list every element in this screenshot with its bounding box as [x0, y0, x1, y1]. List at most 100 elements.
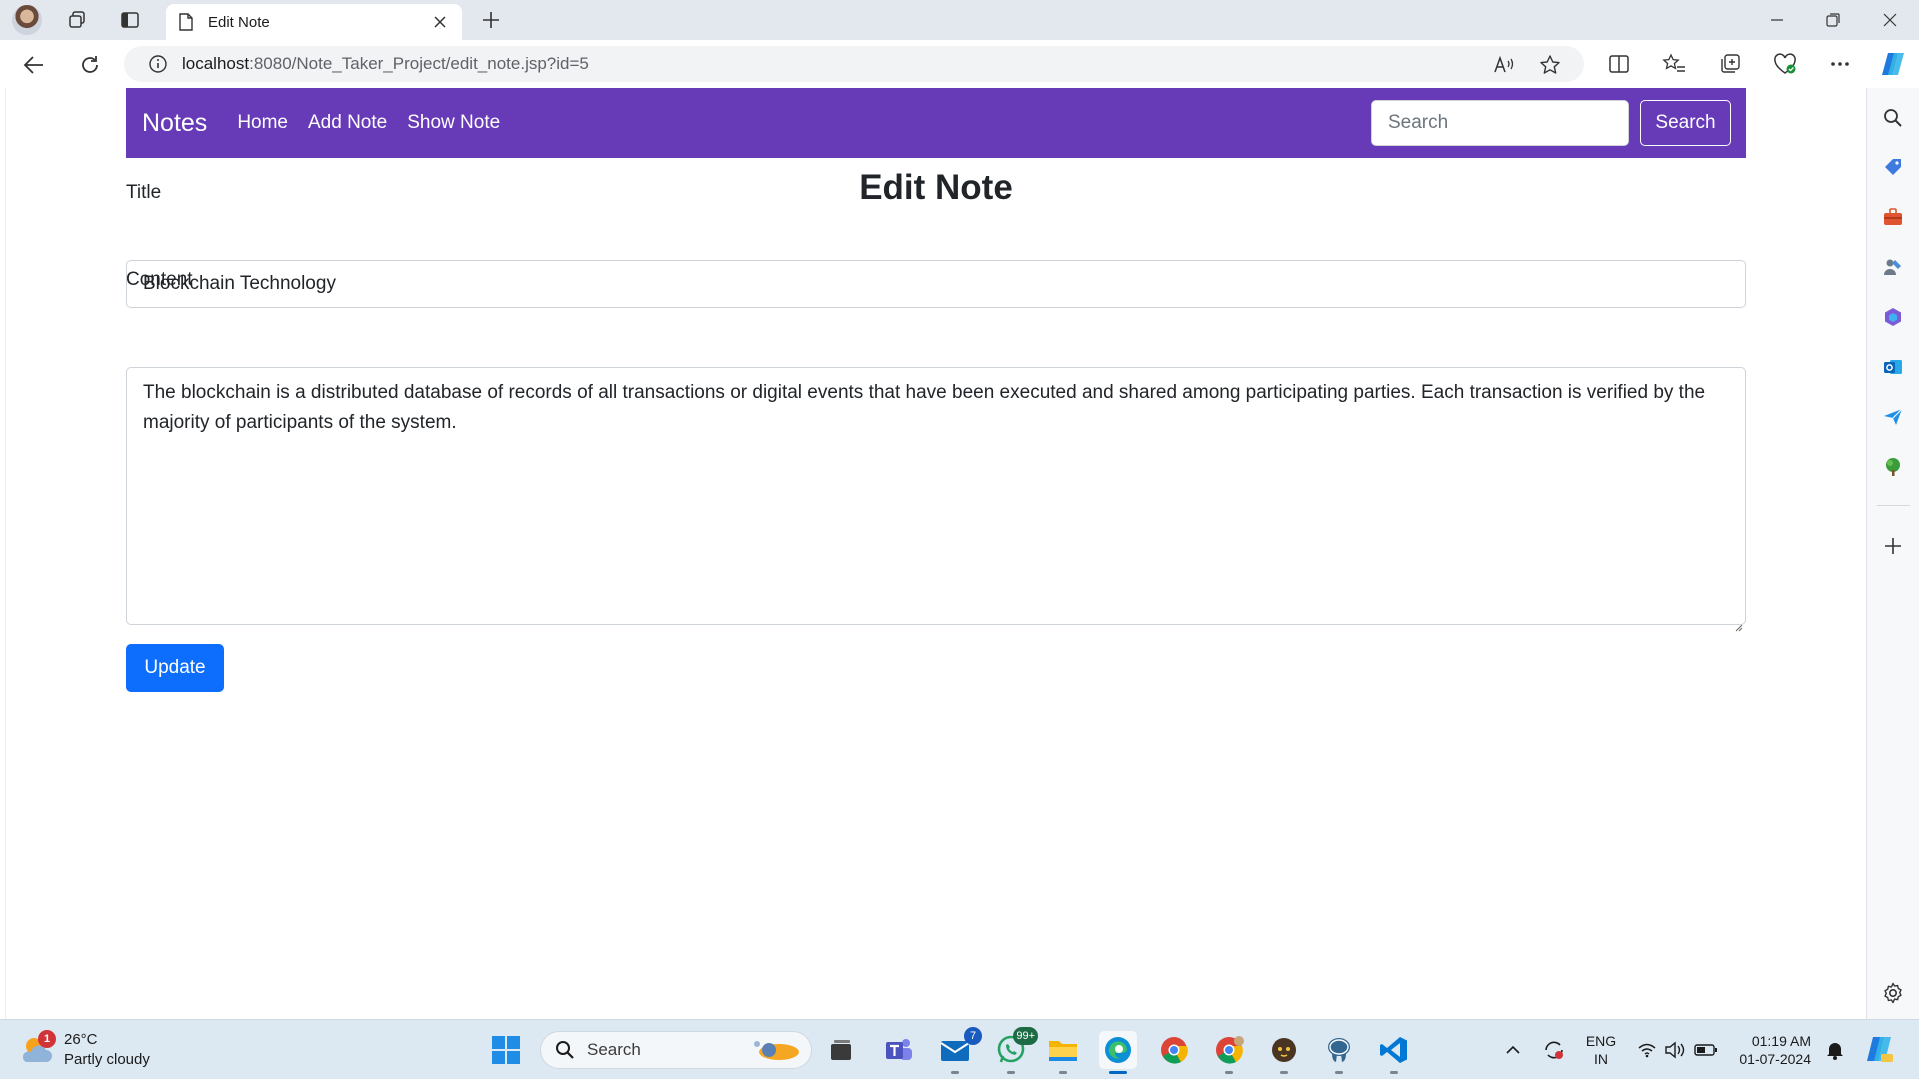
split-screen-icon[interactable]	[1605, 50, 1633, 78]
content-label: Content	[126, 269, 193, 290]
region-code: IN	[1594, 1051, 1608, 1067]
title-input[interactable]: Blockchain Technology	[126, 260, 1746, 308]
refresh-icon[interactable]	[75, 50, 105, 80]
restore-icon[interactable]	[1805, 0, 1861, 40]
site-navbar: Notes Home Add Note Show Note Search Sea…	[126, 88, 1746, 158]
weather-alert-badge: 1	[38, 1030, 56, 1048]
battery-icon[interactable]	[1694, 1038, 1718, 1062]
copilot-taskbar-icon[interactable]	[1864, 1033, 1896, 1065]
microsoft-365-icon[interactable]	[1880, 304, 1906, 330]
taskbar-search[interactable]: Search	[540, 1031, 812, 1069]
collections-icon[interactable]	[1716, 50, 1744, 78]
textarea-resize-handle[interactable]	[1733, 612, 1743, 632]
search-highlight-art	[754, 1041, 799, 1060]
vertical-tabs-icon[interactable]	[118, 8, 142, 32]
task-view-icon[interactable]	[822, 1031, 860, 1069]
browser-essentials-icon[interactable]	[1771, 50, 1799, 78]
shopping-tag-icon[interactable]	[1880, 154, 1906, 180]
add-sidebar-app-icon[interactable]	[1880, 533, 1906, 559]
taskbar-search-icon	[555, 1040, 575, 1060]
running-indicator	[1007, 1071, 1015, 1074]
wifi-icon[interactable]	[1635, 1038, 1659, 1062]
volume-icon[interactable]	[1663, 1038, 1687, 1062]
copilot-icon[interactable]	[1879, 50, 1907, 78]
language-indicator[interactable]: ENG IN	[1583, 1032, 1619, 1068]
title-label: Title	[126, 182, 162, 203]
chrome-icon[interactable]	[1155, 1031, 1193, 1069]
clock[interactable]: 01:19 AM 01-07-2024	[1733, 1032, 1811, 1068]
outlook-icon[interactable]	[1880, 354, 1906, 380]
running-indicator	[951, 1071, 959, 1074]
nav-link-add-note[interactable]: Add Note	[308, 112, 387, 134]
start-button[interactable]	[487, 1031, 525, 1069]
tree-icon[interactable]	[1880, 454, 1906, 480]
browser-sidebar	[1866, 88, 1919, 1019]
sync-status-icon[interactable]	[1542, 1038, 1566, 1062]
workspaces-icon[interactable]	[65, 8, 89, 32]
whatsapp-unread-badge: 99+	[1013, 1027, 1038, 1045]
weather-temperature: 26°C	[64, 1031, 98, 1048]
whatsapp-icon[interactable]: 99+	[992, 1027, 1038, 1074]
vscode-icon[interactable]	[1375, 1031, 1413, 1074]
favorites-icon[interactable]	[1660, 50, 1688, 78]
running-indicator	[1280, 1071, 1288, 1074]
weather-condition: Partly cloudy	[64, 1051, 150, 1068]
mail-icon[interactable]: 7	[936, 1027, 982, 1074]
close-tab-icon[interactable]	[430, 12, 450, 32]
update-button[interactable]: Update	[126, 644, 224, 692]
url-field[interactable]: localhost:8080/Note_Taker_Project/edit_n…	[124, 46, 1584, 82]
running-indicator	[1335, 1071, 1343, 1074]
sidebar-settings-icon[interactable]	[1880, 980, 1906, 1006]
url-path: :8080/Note_Taker_Project/edit_note.jsp?i…	[249, 54, 589, 73]
content-text: The blockchain is a distributed database…	[143, 382, 1706, 433]
read-aloud-icon[interactable]	[1492, 53, 1516, 77]
games-icon[interactable]	[1880, 254, 1906, 280]
tab-bar: Edit Note	[0, 0, 1919, 40]
clock-time: 01:19 AM	[1751, 1033, 1811, 1049]
content-textarea[interactable]: The blockchain is a distributed database…	[126, 367, 1746, 632]
more-options-icon[interactable]	[1826, 50, 1854, 78]
tools-briefcase-icon[interactable]	[1880, 204, 1906, 230]
running-indicator	[1109, 1071, 1127, 1074]
sidebar-divider	[1877, 505, 1910, 506]
close-window-icon[interactable]	[1862, 0, 1918, 40]
running-indicator	[1390, 1071, 1398, 1074]
favorite-star-icon[interactable]	[1538, 53, 1562, 77]
clock-date: 01-07-2024	[1739, 1051, 1811, 1067]
site-info-icon[interactable]	[146, 52, 170, 76]
language-code: ENG	[1585, 1033, 1617, 1049]
tomcat-icon[interactable]	[1265, 1031, 1303, 1074]
navbar-brand[interactable]: Notes	[142, 109, 207, 138]
new-tab-icon[interactable]	[478, 8, 504, 32]
tab-title: Edit Note	[208, 13, 270, 31]
profile-avatar[interactable]	[12, 5, 42, 35]
running-indicator	[1059, 1071, 1067, 1074]
partly-cloudy-icon: 1	[18, 1030, 56, 1068]
teams-icon[interactable]	[880, 1031, 918, 1069]
chrome-profile-icon[interactable]	[1210, 1031, 1248, 1074]
notifications-bell-icon[interactable]	[1823, 1038, 1847, 1062]
sidebar-search-icon[interactable]	[1880, 105, 1906, 131]
page-viewport: Notes Home Add Note Show Note Search Sea…	[5, 88, 1866, 1019]
mail-unread-badge: 7	[964, 1027, 982, 1045]
page-title: Edit Note	[859, 168, 1013, 207]
send-icon[interactable]	[1880, 404, 1906, 430]
back-icon[interactable]	[19, 50, 49, 80]
nav-link-home[interactable]: Home	[237, 112, 288, 134]
url-host: localhost	[182, 54, 250, 73]
navbar-search-input[interactable]: Search	[1371, 100, 1629, 146]
windows-taskbar: 1 26°C Partly cloudy Search 7 99+ ENG IN…	[0, 1019, 1919, 1079]
address-bar-row: localhost:8080/Note_Taker_Project/edit_n…	[0, 40, 1919, 88]
show-hidden-icons-chevron-icon[interactable]	[1501, 1038, 1525, 1062]
taskbar-search-label: Search	[587, 1040, 641, 1059]
postgresql-icon[interactable]	[1320, 1031, 1358, 1074]
nav-link-show-note[interactable]: Show Note	[407, 112, 500, 134]
edge-icon[interactable]	[1099, 1031, 1137, 1074]
navbar-search-button[interactable]: Search	[1640, 100, 1731, 146]
document-icon	[178, 13, 194, 31]
active-tab[interactable]: Edit Note	[166, 4, 462, 40]
minimize-icon[interactable]	[1749, 0, 1805, 40]
file-explorer-icon[interactable]	[1044, 1031, 1082, 1074]
running-indicator	[1225, 1071, 1233, 1074]
weather-widget[interactable]: 1 26°C Partly cloudy	[18, 1030, 150, 1070]
